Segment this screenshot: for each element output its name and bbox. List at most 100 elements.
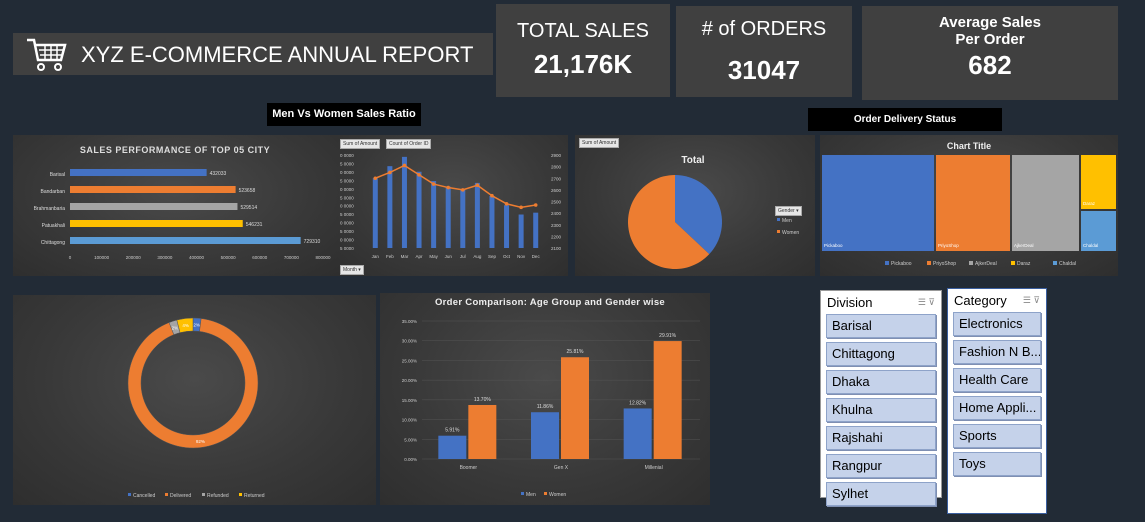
legend-swatch [777, 230, 780, 233]
month-label: Nov [517, 254, 526, 259]
data-label: 11.86% [537, 404, 554, 410]
delivery-chart-panel: Chart Title Pickaboo Pickaboo PriyoShop Pri… [820, 135, 1118, 276]
treemap-tile [822, 155, 934, 251]
delivery-label: Order Delivery Status [808, 108, 1002, 131]
kpi-total-sales-label: TOTAL SALES [517, 20, 649, 42]
legend-swatch [927, 261, 931, 265]
bar [561, 357, 589, 459]
gender-filter-button[interactable]: Gender ▾ [775, 206, 802, 216]
data-label: 729310 [304, 239, 321, 245]
month-label: Dec [532, 254, 541, 259]
month-filter-button[interactable]: Month ▾ [340, 265, 364, 275]
data-label: 523658 [239, 188, 256, 194]
slicer-item[interactable]: Chittagong [826, 342, 936, 366]
sum-amount-button[interactable]: Sum of Amount [340, 139, 381, 149]
donut-slice [127, 318, 259, 449]
x-tick-label: 100000 [94, 255, 110, 260]
legend-label: Pickaboo [891, 261, 912, 267]
filter-clear-icon[interactable]: ☰ ⊽ [918, 297, 935, 308]
month-label: Jun [445, 254, 453, 259]
x-tick-label: 700000 [284, 255, 300, 260]
legend-label: Refunded [207, 493, 229, 499]
y2-tick-label: 2200 [551, 234, 562, 239]
gender-chart-panel: Total Men Women Sum of Amount Gender ▾ [575, 135, 815, 276]
city-chart: SALES PERFORMANCE OF TOP 05 CITY 0 100000… [34, 145, 331, 260]
bar [70, 169, 207, 176]
slicer-item[interactable]: Sports [953, 424, 1041, 448]
legend-swatch [969, 261, 973, 265]
report-header: XYZ E-COMMERCE ANNUAL REPORT [13, 33, 493, 75]
bar [438, 435, 467, 459]
line-point [373, 176, 378, 181]
count-order-button[interactable]: Count of Order ID [386, 139, 432, 149]
slicer-item[interactable]: Sylhet [826, 482, 936, 506]
tile-label: Chaldal [1083, 243, 1098, 248]
kpi-total-sales: TOTAL SALES 21,176K [496, 4, 670, 97]
slicer-item[interactable]: Khulna [826, 398, 936, 422]
category-label: Gen X [554, 465, 569, 471]
month-label: Apr [416, 254, 424, 259]
legend-label: Returned [244, 493, 265, 499]
y-tick-label: 0 0000 [340, 187, 354, 192]
slicer-item[interactable]: Home Appli... [953, 396, 1041, 420]
y-tick-label: 0 0000 [340, 153, 354, 158]
legend-label: Women [549, 492, 566, 498]
category-label: Bandarban [41, 189, 66, 195]
line-point [446, 185, 451, 190]
delivery-chart: Chart Title Pickaboo Pickaboo PriyoShop Pri… [822, 141, 1116, 267]
y-tick-label: 20.00% [402, 378, 417, 383]
line-point [504, 202, 509, 206]
filter-clear-icon[interactable]: ☰ ⊽ [1023, 295, 1040, 306]
slicer-item[interactable]: Toys [953, 452, 1041, 476]
slicer-item[interactable]: Barisal [826, 314, 936, 338]
y-tick-label: 0 0000 [340, 170, 354, 175]
delivery-chart-title: Chart Title [947, 141, 991, 151]
month-label: Oct [503, 254, 511, 259]
kpi-orders-value: 31047 [727, 55, 801, 85]
x-tick-label: 400000 [189, 255, 205, 260]
bar [70, 220, 243, 227]
shopping-cart-icon [27, 38, 67, 71]
x-tick-label: 500000 [221, 255, 237, 260]
count-line [375, 164, 536, 209]
slicer-item[interactable]: Rangpur [826, 454, 936, 478]
kpi-average-label-2: Per Order [955, 31, 1025, 48]
line-point [460, 188, 465, 192]
legend-swatch [544, 492, 547, 495]
y-tick-label: 5 0000 [340, 161, 354, 166]
slicer-item[interactable]: Dhaka [826, 370, 936, 394]
data-label: 432033 [210, 171, 227, 177]
slicer-item[interactable]: Electronics [953, 312, 1041, 336]
bar [474, 182, 480, 248]
legend-swatch [777, 218, 780, 221]
y2-tick-label: 2100 [551, 246, 562, 251]
x-tick-label: 0 [69, 255, 72, 260]
gender-sum-amount-button[interactable]: Sum of Amount [579, 138, 620, 148]
category-slicer: Category ☰ ⊽ Electronics Fashion N B... He… [947, 288, 1047, 514]
legend-label: Delivered [170, 493, 191, 499]
kpi-average-value: 682 [968, 50, 1012, 80]
bar [416, 171, 422, 248]
month-label: Mar [401, 254, 409, 259]
x-tick-label: 300000 [157, 255, 173, 260]
status-chart: 2%92%2% 4%Cancelled Delivered Refunded Retur… [127, 317, 265, 499]
bar [489, 195, 495, 248]
bar [401, 156, 407, 248]
legend-label: Chaldal [1059, 261, 1076, 267]
line-point [417, 172, 421, 177]
category-label: Chittagong [41, 240, 65, 246]
y-tick-label: 25.00% [402, 358, 417, 363]
slice-label: 92% [196, 439, 205, 444]
category-label: Patuakhali [42, 223, 65, 229]
slicer-item[interactable]: Rajshahi [826, 426, 936, 450]
division-slicer-header: Division ☰ ⊽ [821, 291, 941, 314]
y-tick-label: 5 0000 [340, 229, 354, 234]
men-women-label: Men Vs Women Sales Ratio [267, 103, 421, 126]
slicer-item[interactable]: Fashion N B... [953, 340, 1041, 364]
slicer-item[interactable]: Health Care [953, 368, 1041, 392]
y-tick-label: 0 0000 [340, 221, 354, 226]
monthly-chart: 0 0000 5 0000 0 0000 5 0000 0 0000 5 0000 0 00… [340, 153, 562, 259]
tile-label: AjkerDeal [1014, 243, 1034, 248]
y-tick-label: 0 0000 [340, 238, 354, 243]
y2-tick-label: 2400 [551, 211, 562, 216]
